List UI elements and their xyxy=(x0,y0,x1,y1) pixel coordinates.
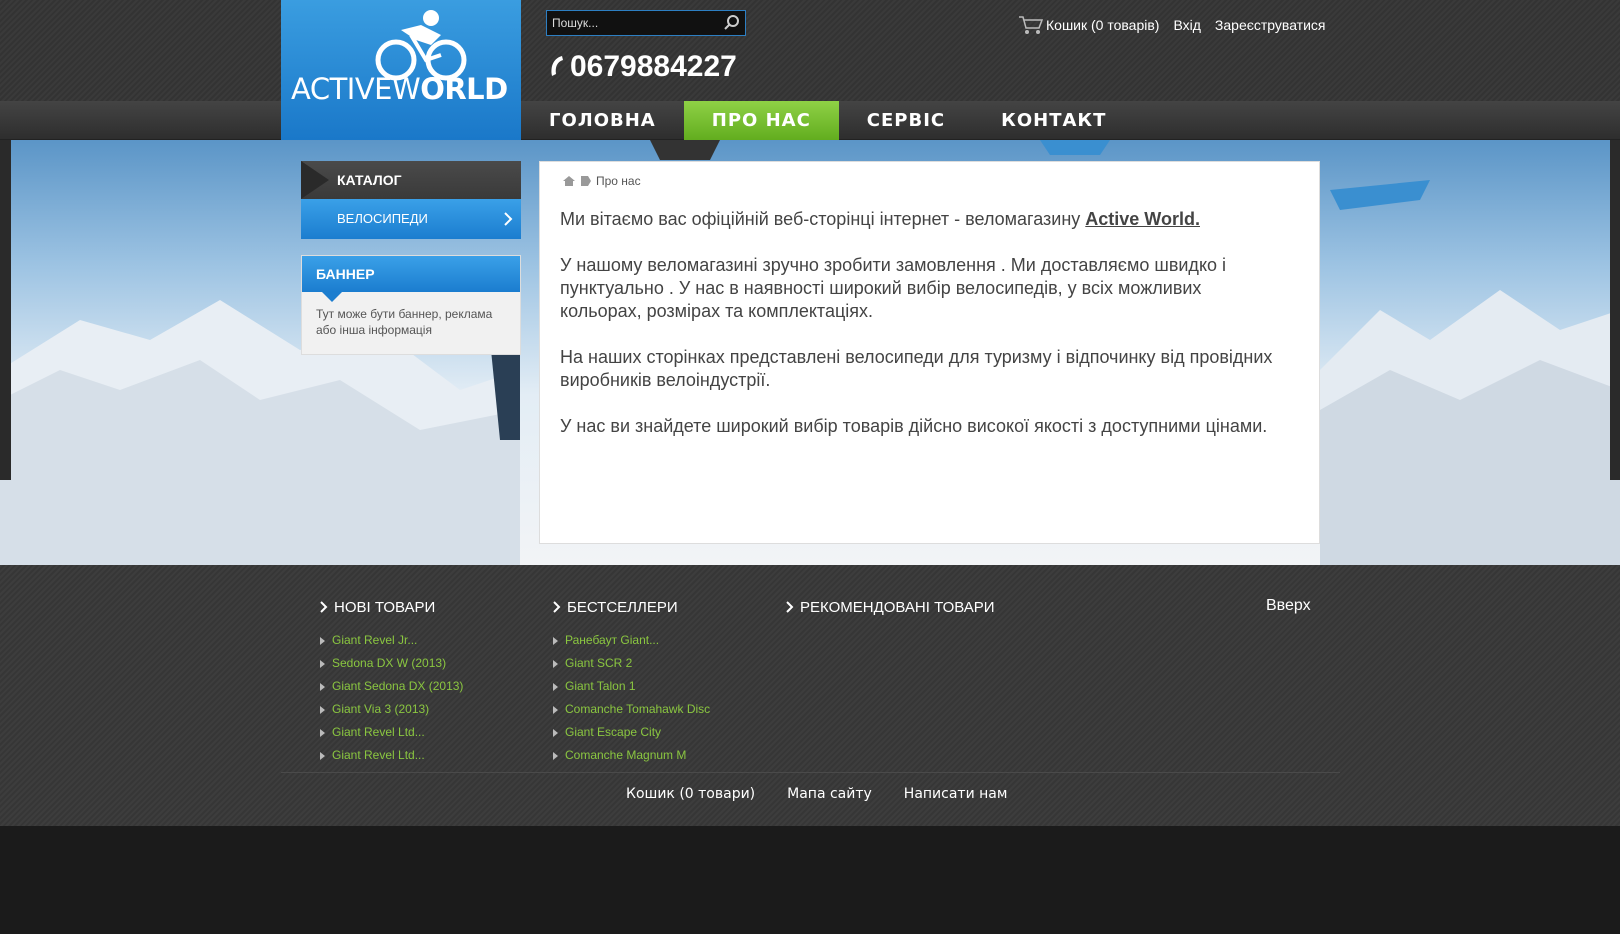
breadcrumb-current: Про нас xyxy=(596,174,641,188)
footer-product-link[interactable]: Giant Talon 1 xyxy=(553,675,710,698)
hero-edge-left xyxy=(0,140,11,480)
footer-product-link[interactable]: Ранебаут Giant... xyxy=(553,629,710,652)
breadcrumb-arrow-icon xyxy=(581,176,591,186)
footer-product-link[interactable]: Giant Via 3 (2013) xyxy=(320,698,463,721)
footer-best-title: БЕСТСЕЛЛЕРИ xyxy=(553,597,710,617)
footer-divider xyxy=(281,772,1340,773)
footer-product-link[interactable]: Comanche Tomahawk Disc xyxy=(553,698,710,721)
footer-product-link[interactable]: Giant Revel Jr... xyxy=(320,629,463,652)
logo[interactable]: ACTIVEWORLD xyxy=(281,0,521,140)
content-paragraph: На наших сторінках представлені велосипе… xyxy=(560,347,1273,390)
register-link[interactable]: Зареєструватися xyxy=(1215,17,1326,33)
nav-service[interactable]: СЕРВІС xyxy=(839,101,973,140)
sidebar: КАТАЛОГ ВЕЛОСИПЕДИ БАННЕР Тут може бути … xyxy=(301,161,521,355)
footer-new-title: НОВІ ТОВАРИ xyxy=(320,597,463,617)
back-to-top-link[interactable]: Вверх xyxy=(1266,597,1311,615)
cyclist-icon xyxy=(375,10,467,81)
phone-number: 0679884227 xyxy=(570,50,737,83)
content-paragraph: У нашому веломагазині зручно зробити зам… xyxy=(560,255,1227,321)
breadcrumb: Про нас xyxy=(562,174,641,188)
search-input[interactable] xyxy=(547,11,717,35)
banner-title: БАННЕР xyxy=(302,256,520,302)
main-content: Про нас Ми вітаємо вас офіційній веб-сто… xyxy=(539,161,1320,544)
main-nav: ГОЛОВНА ПРО НАС СЕРВІС КОНТАКТ xyxy=(521,101,1134,140)
logo-text: ACTIVEWORLD xyxy=(291,72,508,106)
phone-icon xyxy=(551,56,563,76)
cart-icon xyxy=(1019,16,1044,34)
footer-sitemap-link[interactable]: Мапа сайту xyxy=(787,786,872,802)
nav-contact[interactable]: КОНТАКТ xyxy=(973,101,1134,140)
chevron-right-icon xyxy=(320,601,328,613)
footer-recommended: РЕКОМЕНДОВАНІ ТОВАРИ xyxy=(786,597,995,617)
footer-product-link[interactable]: Giant Escape City xyxy=(553,721,710,744)
footer-new-products: НОВІ ТОВАРИ Giant Revel Jr... Sedona DX … xyxy=(320,597,463,767)
chevron-right-icon xyxy=(504,212,513,226)
footer-contact-link[interactable]: Написати нам xyxy=(904,786,1008,802)
footer-bestsellers: БЕСТСЕЛЛЕРИ Ранебаут Giant... Giant SCR … xyxy=(553,597,710,767)
content-intro: Ми вітаємо вас офіційній веб-сторінці ін… xyxy=(560,209,1200,229)
active-world-link[interactable]: Active World. xyxy=(1085,209,1200,229)
chevron-right-icon xyxy=(786,601,794,613)
chevron-right-icon xyxy=(553,601,561,613)
top-links: Кошик (0 товарів) Вхід Зареєструватися xyxy=(1018,15,1340,35)
banner-box: БАННЕР Тут може бути баннер, реклама або… xyxy=(301,255,521,355)
home-icon[interactable] xyxy=(562,175,576,187)
search-box xyxy=(546,10,746,36)
catalog-item-bicycles[interactable]: ВЕЛОСИПЕДИ xyxy=(301,199,521,239)
nav-home[interactable]: ГОЛОВНА xyxy=(521,101,684,140)
login-link[interactable]: Вхід xyxy=(1173,17,1200,33)
catalog-item-label: ВЕЛОСИПЕДИ xyxy=(337,211,428,226)
footer-cart-link[interactable]: Кошик (0 товари) xyxy=(626,786,755,802)
catalog-title: КАТАЛОГ xyxy=(301,161,521,199)
footer-rec-title: РЕКОМЕНДОВАНІ ТОВАРИ xyxy=(786,597,995,617)
footer-product-link[interactable]: Giant SCR 2 xyxy=(553,652,710,675)
nav-about[interactable]: ПРО НАС xyxy=(683,101,839,140)
search-icon[interactable] xyxy=(723,14,741,32)
footer-product-link[interactable]: Sedona DX W (2013) xyxy=(320,652,463,675)
footer-product-link[interactable]: Comanche Magnum M xyxy=(553,744,710,767)
footer-bottom-links: Кошик (0 товари) Мапа сайту Написати нам xyxy=(626,786,1039,802)
footer-product-link[interactable]: Giant Sedona DX (2013) xyxy=(320,675,463,698)
footer-product-link[interactable]: Giant Revel Ltd... xyxy=(320,721,463,744)
phone: 0679884227 xyxy=(546,50,737,84)
content-text: Ми вітаємо вас офіційній веб-сторінці ін… xyxy=(560,208,1280,461)
hero-edge-right xyxy=(1610,140,1620,480)
content-paragraph: У нас ви знайдете широкий вибір товарів … xyxy=(560,416,1268,436)
footer-product-link[interactable]: Giant Revel Ltd... xyxy=(320,744,463,767)
cart-link[interactable]: Кошик (0 товарів) xyxy=(1046,17,1159,33)
